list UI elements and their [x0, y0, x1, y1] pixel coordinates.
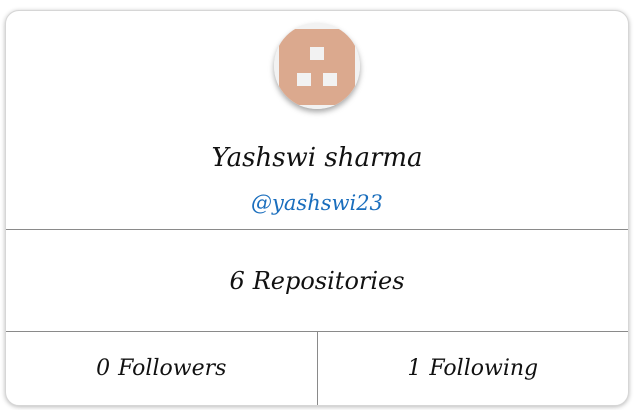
following-label: Following: [429, 356, 539, 381]
repositories-label: Repositories: [252, 266, 405, 295]
repositories-count: 6: [229, 266, 245, 295]
identicon-icon: [274, 23, 360, 109]
following-count: 1: [407, 356, 422, 381]
profile-handle-link[interactable]: @yashswi23: [6, 191, 628, 215]
followers-count: 0: [96, 356, 111, 381]
profile-name: Yashswi sharma: [211, 143, 423, 173]
avatar[interactable]: [274, 23, 360, 109]
followers-stat[interactable]: 0 Followers: [6, 332, 317, 405]
following-stat[interactable]: 1 Following: [316, 332, 629, 405]
repositories-stat[interactable]: 6 Repositories: [6, 230, 628, 331]
followers-label: Followers: [118, 356, 227, 381]
profile-card: Yashswi sharma @yashswi23 6 Repositories…: [5, 10, 629, 406]
follow-stats: 0 Followers 1 Following: [6, 332, 628, 405]
